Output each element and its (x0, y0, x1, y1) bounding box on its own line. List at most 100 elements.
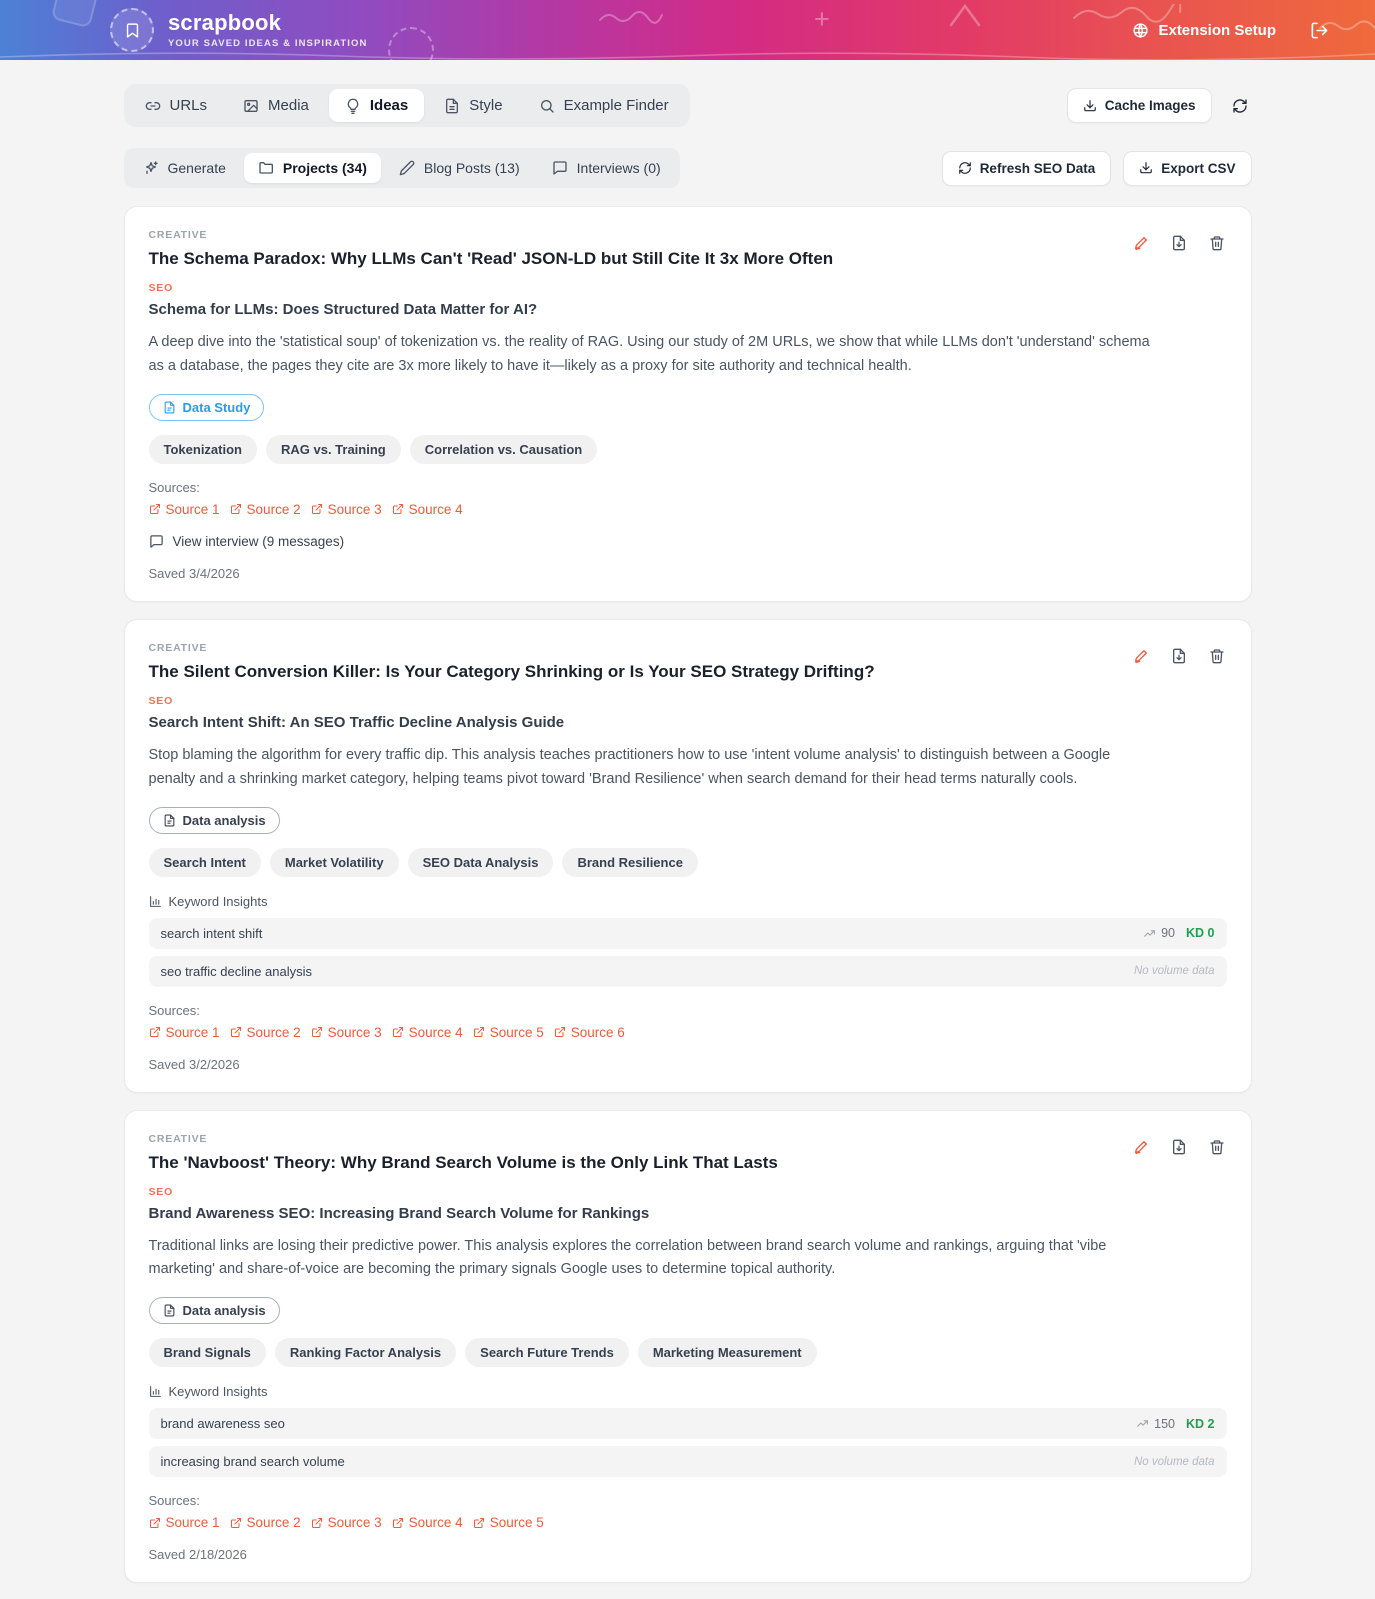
external-link-icon (311, 1026, 323, 1038)
edit-idea-button[interactable] (1129, 1135, 1153, 1159)
export-csv-button[interactable]: Export CSV (1123, 151, 1251, 186)
refresh-seo-data-button[interactable]: Refresh SEO Data (942, 151, 1112, 186)
bar-chart-icon (149, 1385, 162, 1398)
tab-label: URLs (170, 97, 208, 114)
logout-icon (1310, 21, 1329, 40)
extension-setup-label: Extension Setup (1158, 22, 1276, 39)
source-link[interactable]: Source 3 (311, 502, 382, 517)
source-link-list: Source 1 Source 2 Source 3 Source 4 Source 5… (149, 1025, 1227, 1040)
cache-images-label: Cache Images (1105, 98, 1196, 113)
idea-description: A deep dive into the 'statistical soup' … (149, 331, 1154, 379)
tag-pill: Tokenization (149, 435, 257, 464)
tab-ideas[interactable]: Ideas (329, 89, 424, 122)
source-link-label: Source 5 (490, 1515, 544, 1530)
tab-media[interactable]: Media (227, 89, 325, 122)
ideas-sub-tab-bar: GenerateProjects (34)Blog Posts (13)Inte… (124, 148, 680, 188)
tab-style[interactable]: Style (428, 89, 518, 122)
export-idea-button[interactable] (1167, 1135, 1191, 1159)
link-icon (145, 98, 161, 114)
tab-urls[interactable]: URLs (129, 89, 224, 122)
source-link[interactable]: Source 3 (311, 1025, 382, 1040)
export-idea-button[interactable] (1167, 231, 1191, 255)
idea-subtitle: Search Intent Shift: An SEO Traffic Decl… (149, 714, 1227, 731)
view-interview-button[interactable]: View interview (9 messages) (149, 534, 345, 549)
source-link-label: Source 2 (247, 502, 301, 517)
idea-title: The 'Navboost' Theory: Why Brand Search … (149, 1152, 1109, 1175)
keyword-volume: 90 (1161, 926, 1175, 940)
file-down-icon (1171, 235, 1187, 251)
edit-idea-button[interactable] (1129, 644, 1153, 668)
image-icon (243, 98, 259, 114)
source-link-list: Source 1 Source 2 Source 3 Source 4 Source 5 (149, 1515, 1227, 1530)
source-link[interactable]: Source 4 (392, 502, 463, 517)
app-header: + scrapbook YOUR SAVED IDEAS & INSPIRATI… (0, 0, 1375, 60)
file-text-icon (163, 1304, 176, 1317)
source-link[interactable]: Source 2 (230, 502, 301, 517)
tab-label: Style (469, 97, 502, 114)
delete-idea-button[interactable] (1205, 644, 1229, 668)
source-link[interactable]: Source 1 (149, 1025, 220, 1040)
main-tab-bar: URLs Media Ideas Style Example Finder (124, 84, 690, 127)
idea-card: CREATIVEThe 'Navboost' Theory: Why Brand… (124, 1110, 1252, 1584)
trash-icon (1209, 1139, 1225, 1155)
external-link-icon (230, 1026, 242, 1038)
tag-pill: RAG vs. Training (266, 435, 401, 464)
bookmark-icon (124, 22, 141, 39)
source-link-label: Source 2 (247, 1025, 301, 1040)
tab-example-finder[interactable]: Example Finder (523, 89, 685, 122)
logo-badge (110, 8, 154, 52)
source-link[interactable]: Source 3 (311, 1515, 382, 1530)
saved-date: Saved 2/18/2026 (149, 1547, 1227, 1562)
idea-card: CREATIVEThe Schema Paradox: Why LLMs Can… (124, 206, 1252, 602)
external-link-icon (230, 1517, 242, 1529)
external-link-icon (230, 503, 242, 515)
logout-button[interactable] (1310, 21, 1329, 40)
download-icon (1083, 99, 1097, 113)
keyword-text: brand awareness seo (161, 1416, 285, 1431)
tag-list: Search IntentMarket VolatilitySEO Data A… (149, 848, 1227, 877)
source-link[interactable]: Source 4 (392, 1025, 463, 1040)
source-link[interactable]: Source 2 (230, 1025, 301, 1040)
source-link-label: Source 1 (166, 502, 220, 517)
seo-label: SEO (149, 282, 1227, 294)
refresh-button[interactable] (1228, 94, 1252, 118)
external-link-icon (392, 1517, 404, 1529)
source-link[interactable]: Source 5 (473, 1515, 544, 1530)
format-pill-label: Data Study (183, 400, 251, 415)
idea-description: Traditional links are losing their predi… (149, 1235, 1154, 1283)
source-link[interactable]: Source 4 (392, 1515, 463, 1530)
saved-date: Saved 3/2/2026 (149, 1057, 1227, 1072)
chat-icon (149, 534, 164, 549)
export-idea-button[interactable] (1167, 644, 1191, 668)
app-tagline: YOUR SAVED IDEAS & INSPIRATION (168, 38, 367, 49)
delete-idea-button[interactable] (1205, 1135, 1229, 1159)
tag-pill: Brand Resilience (562, 848, 698, 877)
subtab-interviews-0[interactable]: Interviews (0) (538, 153, 675, 183)
file-text-icon (163, 814, 176, 827)
folder-icon (258, 160, 274, 176)
format-pill: Data analysis (149, 807, 280, 834)
cache-images-button[interactable]: Cache Images (1067, 88, 1212, 123)
subtab-generate[interactable]: Generate (129, 153, 240, 183)
source-link[interactable]: Source 1 (149, 502, 220, 517)
format-pill-label: Data analysis (183, 1303, 266, 1318)
source-link-label: Source 4 (409, 502, 463, 517)
source-link[interactable]: Source 2 (230, 1515, 301, 1530)
extension-setup-link[interactable]: Extension Setup (1132, 22, 1276, 39)
edit-idea-button[interactable] (1129, 231, 1153, 255)
external-link-icon (392, 503, 404, 515)
subtab-projects-34[interactable]: Projects (34) (244, 153, 381, 183)
idea-subtitle: Schema for LLMs: Does Structured Data Ma… (149, 301, 1227, 318)
keyword-insights-heading: Keyword Insights (149, 1384, 1227, 1399)
doc-icon (444, 98, 460, 114)
search-icon (539, 98, 555, 114)
creative-label: CREATIVE (149, 642, 1227, 654)
subtab-blog-posts-13[interactable]: Blog Posts (13) (385, 153, 534, 183)
keyword-difficulty-badge: KD 0 (1186, 926, 1214, 940)
source-link[interactable]: Source 5 (473, 1025, 544, 1040)
source-link[interactable]: Source 1 (149, 1515, 220, 1530)
tab-label: Media (268, 97, 309, 114)
delete-idea-button[interactable] (1205, 231, 1229, 255)
source-link[interactable]: Source 6 (554, 1025, 625, 1040)
idea-title: The Silent Conversion Killer: Is Your Ca… (149, 661, 1109, 684)
